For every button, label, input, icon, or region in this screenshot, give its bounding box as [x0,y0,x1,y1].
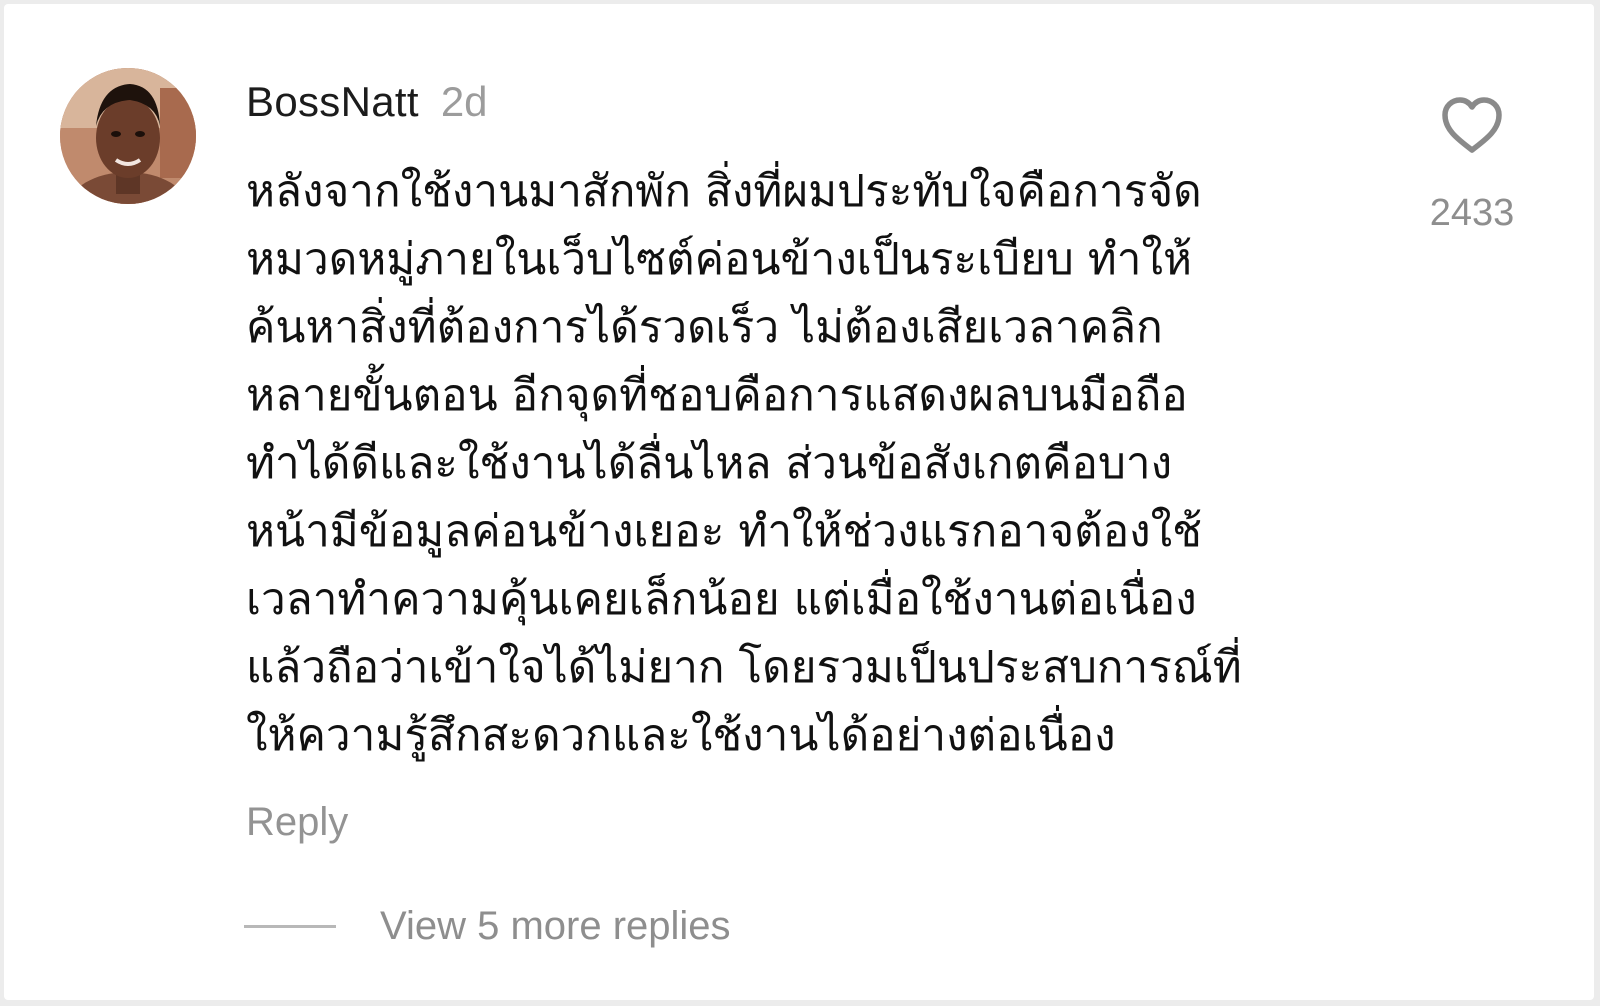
heart-outline-icon[interactable] [1440,96,1504,156]
comment-line: เวลาทำความคุ้นเคยเล็กน้อย แต่เมื่อใช้งาน… [246,574,1197,625]
comment-line: ให้ความรู้สึกสะดวกและใช้งานได้อย่างต่อเน… [246,710,1116,761]
comment-line: หลายขั้นตอน อีกจุดที่ชอบคือการแสดงผลบนมื… [246,370,1188,421]
like-count: 2433 [1429,192,1515,234]
view-more-replies-label[interactable]: View 5 more replies [380,904,731,949]
avatar-photo [60,68,196,204]
replies-divider [244,925,336,928]
comment-header: BossNatt 2d [246,78,488,126]
comment-line: ทำได้ดีและใช้งานได้ลื่นไหล ส่วนข้อสังเกต… [246,438,1173,489]
comment-line: หลังจากใช้งานมาสักพัก สิ่งที่ผมประทับใจค… [246,166,1202,217]
comment-line: ค้นหาสิ่งที่ต้องการได้รวดเร็ว ไม่ต้องเสี… [246,302,1163,353]
username[interactable]: BossNatt [246,78,419,126]
reply-button[interactable]: Reply [246,800,348,845]
comment-card: BossNatt 2d หลังจากใช้งานมาสักพัก สิ่งที… [4,4,1594,1000]
comment-line: หมวดหมู่ภายในเว็บไซต์ค่อนข้างเป็นระเบียบ… [246,234,1192,285]
avatar[interactable] [60,68,196,204]
timestamp: 2d [440,78,488,125]
comment-text: หลังจากใช้งานมาสักพัก สิ่งที่ผมประทับใจค… [246,158,1386,770]
comment-line: แล้วถือว่าเข้าใจได้ไม่ยาก โดยรวมเป็นประส… [246,642,1242,693]
comment-line: หน้ามีข้อมูลค่อนข้างเยอะ ทำให้ช่วงแรกอาจ… [246,506,1202,557]
like-section: 2433 [1424,96,1520,235]
view-more-replies[interactable]: View 5 more replies [244,904,731,949]
